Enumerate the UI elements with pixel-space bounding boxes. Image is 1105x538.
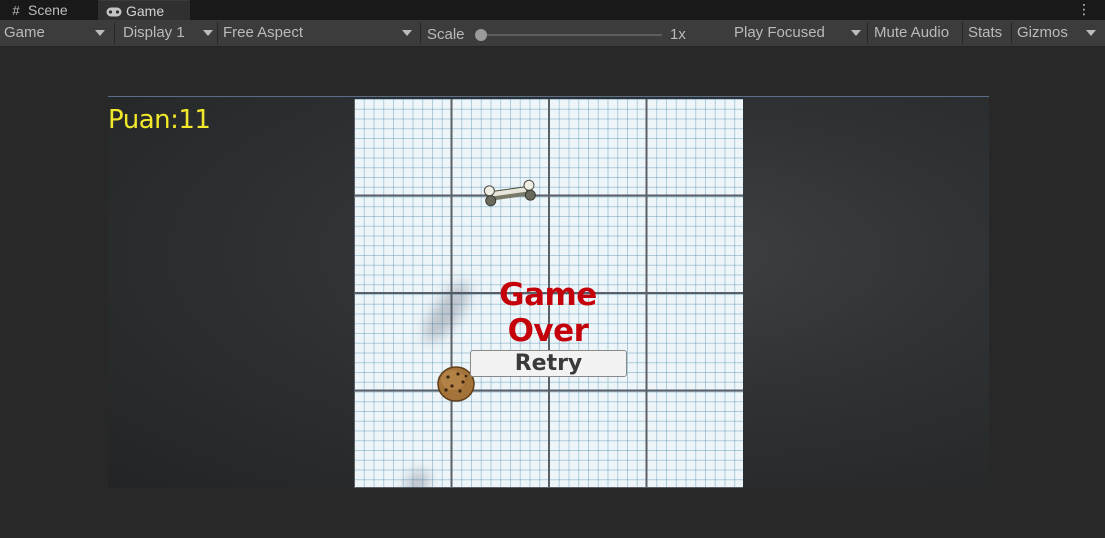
tab-scene[interactable]: # Scene — [0, 0, 96, 20]
toolbar-divider — [217, 22, 218, 44]
toolbar-divider — [1011, 22, 1012, 44]
tab-scene-label: Scene — [28, 2, 68, 18]
chevron-down-icon — [851, 30, 861, 36]
chevron-down-icon — [95, 30, 105, 36]
scale-value: 1x — [670, 26, 686, 43]
toolbar-divider — [114, 22, 115, 44]
display-label: Display 1 — [123, 24, 185, 41]
falling-item-shadow — [399, 465, 435, 488]
gizmos-dropdown[interactable]: Gizmos — [1013, 20, 1105, 46]
gizmos-label: Gizmos — [1017, 24, 1068, 41]
grid-background: Game Over Retry — [354, 99, 743, 488]
display-mode-label: Game — [4, 24, 45, 41]
play-mode-label: Play Focused — [734, 24, 825, 41]
scale-label: Scale — [427, 26, 465, 43]
gamepad-icon — [106, 2, 122, 22]
toolbar-divider — [962, 22, 963, 44]
editor-tab-bar: # Scene Game ⋮ — [0, 0, 1105, 20]
toolbar-divider — [867, 22, 868, 44]
toolbar-divider — [420, 22, 421, 44]
more-options-icon[interactable]: ⋮ — [1077, 0, 1091, 18]
grid-icon: # — [12, 3, 20, 18]
bone-item-icon — [483, 179, 536, 207]
scale-slider-handle[interactable] — [475, 29, 487, 41]
scale-slider-track[interactable] — [480, 34, 662, 36]
aspect-label: Free Aspect — [223, 24, 304, 41]
mute-audio-toggle[interactable]: Mute Audio — [870, 20, 961, 46]
tab-game-label: Game — [126, 3, 165, 19]
chevron-down-icon — [203, 30, 213, 36]
retry-button[interactable]: Retry — [470, 350, 627, 377]
display-dropdown[interactable]: Display 1 — [119, 20, 217, 46]
display-mode-dropdown[interactable]: Game — [0, 20, 113, 46]
score-label: Puan:11 — [108, 105, 211, 135]
tab-game[interactable]: Game — [98, 0, 190, 20]
play-mode-dropdown[interactable]: Play Focused — [730, 20, 866, 46]
chevron-down-icon — [402, 30, 412, 36]
chevron-down-icon — [1086, 30, 1096, 36]
stats-toggle[interactable]: Stats — [964, 20, 1010, 46]
aspect-dropdown[interactable]: Free Aspect — [219, 20, 419, 46]
game-over-title: Game Over — [499, 277, 597, 349]
game-viewport[interactable]: Puan:11 Game Over Retry — [108, 96, 989, 488]
